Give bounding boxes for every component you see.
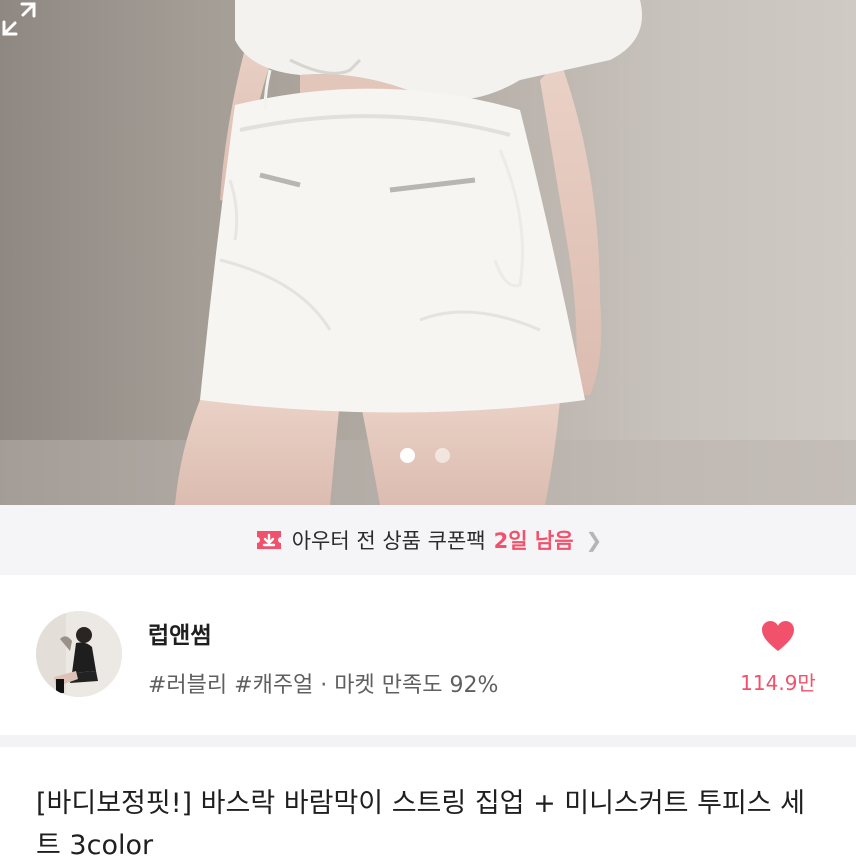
product-image[interactable] bbox=[0, 0, 856, 505]
coupon-banner[interactable]: 아우터 전 상품 쿠폰팩 2일 남음 ❯ bbox=[0, 505, 856, 575]
seller-name[interactable]: 럽앤썸 bbox=[148, 616, 211, 650]
like-button[interactable]: 114.9만 bbox=[730, 619, 826, 696]
section-divider bbox=[0, 735, 856, 747]
seller-tags: #러블리 #캐주얼 · 마켓 만족도 92% bbox=[148, 673, 499, 698]
expand-icon[interactable] bbox=[0, 0, 38, 38]
seller-avatar-image bbox=[36, 611, 122, 697]
coupon-deadline: 2일 남음 bbox=[493, 529, 574, 553]
carousel-dot-active[interactable] bbox=[400, 448, 415, 463]
carousel-indicator bbox=[400, 448, 450, 463]
heart-icon bbox=[762, 621, 794, 651]
product-photo bbox=[0, 0, 856, 505]
like-count: 114.9만 bbox=[740, 671, 816, 695]
carousel-dot[interactable] bbox=[435, 448, 450, 463]
coupon-ticket-icon bbox=[256, 531, 281, 549]
coupon-text: 아우터 전 상품 쿠폰팩 bbox=[291, 529, 486, 553]
seller-info[interactable]: 럽앤썸 #러블리 #캐주얼 · 마켓 만족도 92% 114.9만 bbox=[0, 575, 856, 735]
seller-avatar[interactable] bbox=[36, 611, 122, 697]
product-title: [바디보정핏!] 바스락 바람막이 스트링 집업 + 미니스커트 투피스 세트 … bbox=[36, 788, 806, 861]
chevron-right-icon: ❯ bbox=[585, 528, 603, 552]
